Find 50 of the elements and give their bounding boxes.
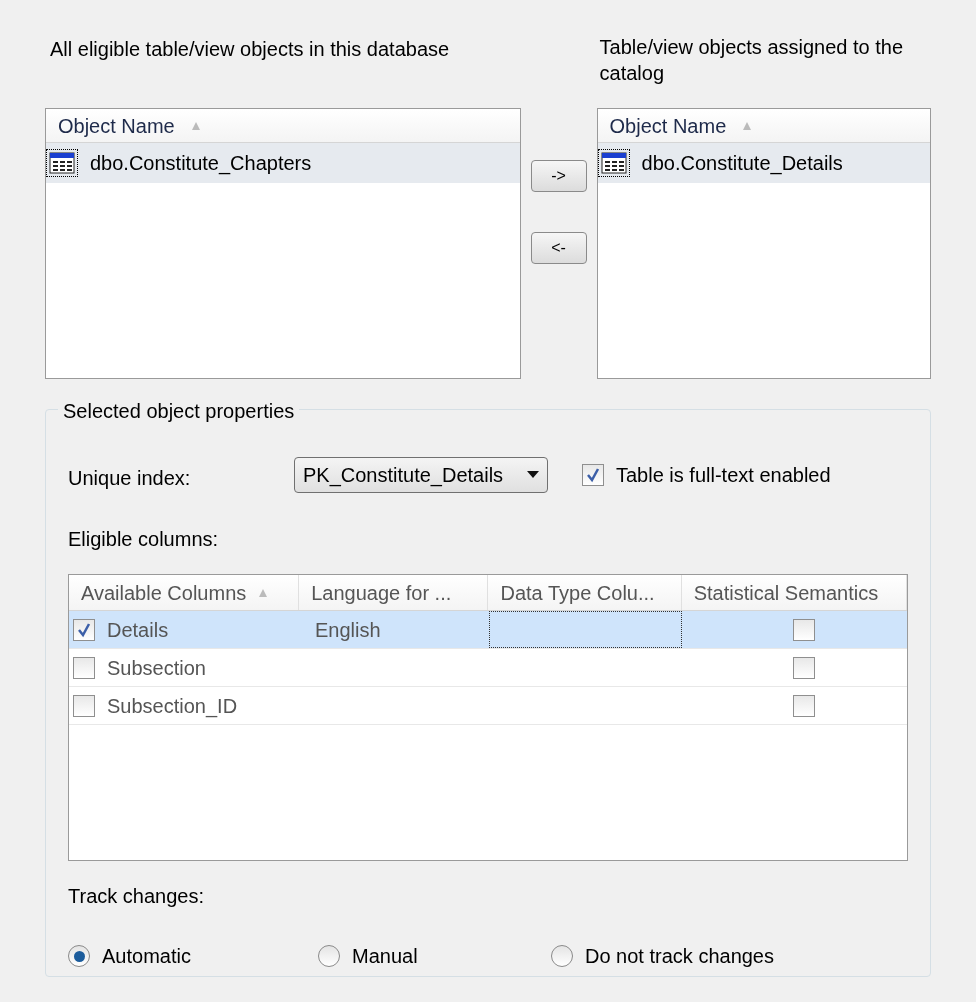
column-header[interactable]: Available Columns [69,575,300,610]
column-row[interactable]: Subsection [69,649,907,687]
dropdown-caret-icon [527,471,539,479]
dropdown-value: PK_Constitute_Details [303,463,504,489]
checkbox[interactable] [793,656,816,679]
eligible-columns-label: Eligible columns: [68,528,219,550]
checkbox[interactable] [793,618,816,641]
object-list[interactable]: Object Name dbo.Constitute_Details [596,108,931,379]
table-cell-text: Subsection [107,655,206,681]
remove-button[interactable]: <- [530,232,587,264]
radio-button[interactable] [68,945,90,967]
object-row[interactable]: dbo.Constitute_Chapters [46,143,520,183]
track-changes-label: Track changes: [68,885,204,907]
sort-icon [258,587,269,598]
table-icon [49,152,75,174]
radio-option[interactable]: Automatic [68,941,318,971]
column-title: Object Name [58,113,175,139]
table-cell-text: English [315,617,381,643]
column-header[interactable]: Language for ... [299,575,489,610]
sort-icon [742,120,753,131]
object-row[interactable]: dbo.Constitute_Details [597,143,930,183]
table-icon [600,152,627,174]
column-row[interactable]: Details English [69,611,907,649]
object-name: dbo.Constitute_Details [641,151,843,177]
object-list[interactable]: Object Name dbo.Constitute_Chapters [45,108,521,379]
assigned-objects-label: Table/view objects assigned to the catalog [599,36,904,84]
column-row[interactable]: Subsection_ID [69,687,907,725]
fulltext-label: Table is full-text enabled [616,463,831,488]
unique-index-label: Unique index: [68,466,192,491]
radio-button[interactable] [318,945,340,967]
checkbox[interactable] [73,656,95,679]
checkbox[interactable] [582,464,604,486]
check-icon [585,467,601,483]
available-objects-label: All eligible table/view objects in this database [50,38,450,60]
checkbox[interactable] [73,694,95,717]
add-button[interactable]: -> [530,160,587,192]
check-icon [76,621,92,638]
table-cell-text: Subsection_ID [107,693,238,720]
radio-option[interactable]: Manual [318,941,551,971]
column-header[interactable]: Data Type Colu... [488,575,682,610]
sort-icon [190,120,201,131]
checkbox[interactable] [793,694,816,717]
radio-button[interactable] [551,945,573,967]
table-cell-text: Details [107,617,169,643]
unique-index-dropdown[interactable]: PK_Constitute_Details [294,457,548,493]
column-title: Object Name [609,113,727,139]
column-header[interactable]: Statistical Semantics [681,575,907,610]
radio-option[interactable]: Do not track changes [551,941,774,971]
checkbox[interactable] [73,618,95,641]
object-name: dbo.Constitute_Chapters [90,151,312,177]
